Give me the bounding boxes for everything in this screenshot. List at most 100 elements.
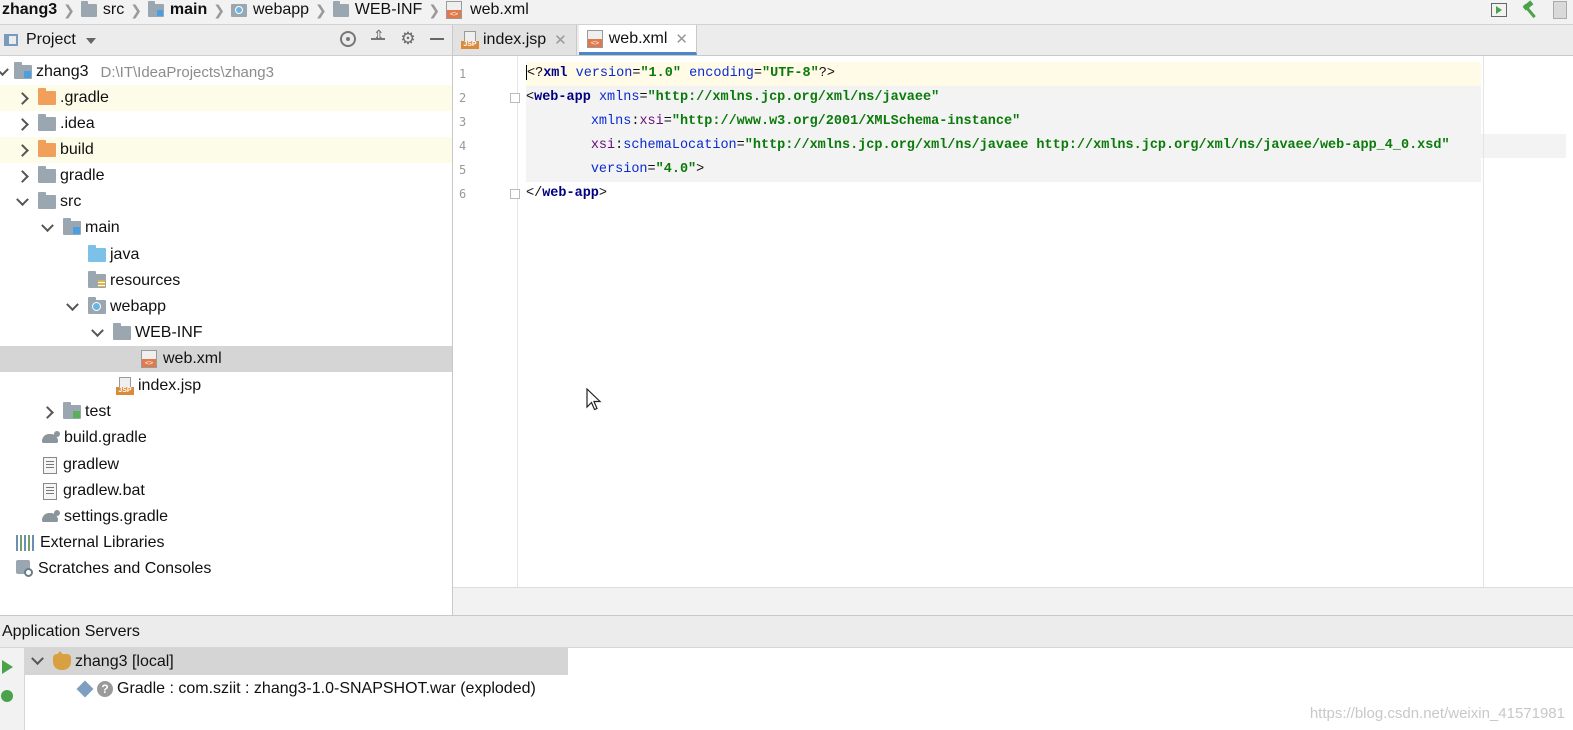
tree-item-src[interactable]: src	[0, 189, 452, 215]
project-panel-title[interactable]: Project	[26, 31, 76, 49]
tree-item-label: .idea	[60, 115, 95, 132]
tree-item-label: WEB-INF	[135, 324, 203, 341]
breadcrumb-item-project[interactable]: zhang3	[0, 0, 59, 20]
gradle-elephant-icon	[40, 431, 60, 445]
collapse-all-icon[interactable]	[370, 27, 386, 47]
breadcrumb-separator-icon: ❯	[130, 1, 142, 18]
chevron-down-icon[interactable]	[16, 196, 28, 208]
close-icon[interactable]: ✕	[554, 31, 567, 49]
chevron-down-icon[interactable]	[31, 656, 43, 668]
tree-item-index-jsp[interactable]: index.jsp	[0, 373, 452, 399]
build-hammer-icon[interactable]	[1521, 1, 1539, 19]
line-number: 1	[459, 67, 467, 81]
artifact-item[interactable]: ? Gradle : com.sziit : zhang3-1.0-SNAPSH…	[25, 675, 568, 702]
chevron-right-icon[interactable]	[16, 144, 28, 156]
mouse-pointer-icon	[586, 388, 602, 411]
fold-marker-icon[interactable]	[510, 189, 520, 199]
tree-item-settings-gradle[interactable]: settings.gradle	[0, 504, 452, 530]
library-icon	[16, 535, 36, 551]
folder-icon	[38, 166, 56, 183]
tree-item-main[interactable]: main	[0, 215, 452, 241]
watermark: https://blog.csdn.net/weixin_41571981	[1309, 705, 1565, 722]
folder-icon	[113, 323, 131, 340]
tree-item-gradle[interactable]: gradle	[0, 163, 452, 189]
tree-item-label: resources	[110, 272, 181, 289]
tree-item-resources[interactable]: resources	[0, 268, 452, 294]
code-editor[interactable]: <?xml version="1.0" encoding="UTF-8"?> <…	[526, 56, 1573, 587]
tree-item-gradle-cache[interactable]: .gradle	[0, 85, 452, 111]
run-icon[interactable]	[2, 660, 13, 674]
scratches-icon	[16, 560, 34, 578]
tree-item-gradlew[interactable]: gradlew	[0, 452, 452, 478]
chevron-down-icon[interactable]	[91, 327, 103, 339]
minimize-icon[interactable]	[430, 38, 444, 40]
tree-item-external-libraries[interactable]: External Libraries	[0, 530, 452, 556]
chevron-right-icon[interactable]	[16, 92, 28, 104]
chevron-down-icon[interactable]	[66, 301, 78, 313]
editor-gutter[interactable]: 1 2 3 4 5 6	[453, 56, 520, 587]
resources-folder-icon	[88, 271, 106, 288]
chevron-right-icon[interactable]	[16, 170, 28, 182]
tree-item-build-gradle[interactable]: build.gradle	[0, 425, 452, 451]
tree-item-java[interactable]: java	[0, 242, 452, 268]
breadcrumb-item-web-xml[interactable]: web.xml	[446, 0, 531, 20]
tab-index-jsp[interactable]: index.jsp ✕	[453, 25, 577, 55]
web-folder-icon	[88, 297, 106, 314]
excluded-folder-icon	[38, 140, 56, 157]
chevron-down-icon[interactable]	[85, 38, 96, 44]
breadcrumb-item-web-inf[interactable]: WEB-INF	[332, 0, 425, 20]
tree-item-test[interactable]: test	[0, 399, 452, 425]
tree-item-gradlew-bat[interactable]: gradlew.bat	[0, 478, 452, 504]
tab-label: index.jsp	[483, 31, 547, 48]
xml-file-icon	[587, 29, 603, 48]
code-line-3: xmlns:xsi="http://www.w3.org/2001/XMLSch…	[526, 110, 1481, 134]
tree-item-scratches[interactable]: Scratches and Consoles	[0, 556, 452, 582]
breadcrumb-label: WEB-INF	[354, 1, 423, 18]
tree-item-label: settings.gradle	[64, 508, 169, 525]
server-item-zhang3-local[interactable]: zhang3 [local]	[25, 648, 568, 675]
chevron-right-icon[interactable]	[16, 118, 28, 130]
toolbar-overflow-icon[interactable]	[1553, 1, 1567, 19]
tree-item-label: web.xml	[163, 350, 222, 367]
breadcrumb-label: zhang3	[2, 1, 58, 18]
tree-item-label: java	[110, 246, 140, 263]
text-file-icon	[43, 456, 57, 474]
tab-web-xml[interactable]: web.xml ✕	[579, 25, 697, 55]
code-line-1: <?xml version="1.0" encoding="UTF-8"?>	[526, 62, 1481, 86]
tree-item-label: gradle	[60, 167, 105, 184]
server-label: zhang3 [local]	[75, 652, 174, 670]
tree-item-web-xml[interactable]: web.xml	[0, 346, 452, 372]
breadcrumb: zhang3 ❯ src ❯ main ❯ webapp ❯ WEB-INF ❯…	[0, 0, 531, 20]
tree-item-webapp[interactable]: webapp	[0, 294, 452, 320]
run-configuration-icon[interactable]	[1491, 3, 1507, 17]
close-icon[interactable]: ✕	[675, 30, 688, 48]
chevron-right-icon[interactable]	[41, 406, 53, 418]
breadcrumb-item-main[interactable]: main	[147, 0, 209, 20]
line-number: 4	[459, 139, 467, 153]
application-servers-tree: zhang3 [local] ? Gradle : com.sziit : zh…	[25, 648, 568, 730]
fold-marker-icon[interactable]	[510, 93, 520, 103]
tree-item-build[interactable]: build	[0, 137, 452, 163]
code-line-6: </web-app>	[526, 186, 608, 201]
editor-tab-bar: index.jsp ✕ web.xml ✕	[453, 25, 1573, 56]
tree-item-web-inf[interactable]: WEB-INF	[0, 320, 452, 346]
project-tool-window: Project ⚙ zhang3 D:\IT\IdeaProjects\zhan…	[0, 25, 453, 615]
excluded-folder-icon	[38, 88, 56, 105]
breadcrumb-item-webapp[interactable]: webapp	[231, 0, 311, 20]
locate-file-icon[interactable]	[340, 31, 356, 47]
line-number: 2	[459, 91, 467, 105]
breadcrumb-separator-icon: ❯	[213, 1, 225, 18]
source-root-folder-icon	[63, 218, 81, 235]
debug-bug-icon[interactable]	[1, 690, 13, 702]
tree-item-idea[interactable]: .idea	[0, 111, 452, 137]
tree-item-root-zhang3[interactable]: zhang3 D:\IT\IdeaProjects\zhang3	[0, 59, 452, 85]
application-servers-panel: Application Servers zhang3 [local] ? Gra…	[0, 615, 1573, 730]
tree-item-label: zhang3	[36, 63, 89, 80]
xml-file-icon	[446, 1, 463, 19]
chevron-down-icon[interactable]	[0, 66, 8, 78]
breadcrumb-label: main	[169, 1, 208, 18]
tree-item-label: Scratches and Consoles	[38, 560, 212, 577]
breadcrumb-item-src[interactable]: src	[80, 0, 126, 20]
gear-icon[interactable]: ⚙	[400, 30, 416, 47]
chevron-down-icon[interactable]	[41, 222, 53, 234]
